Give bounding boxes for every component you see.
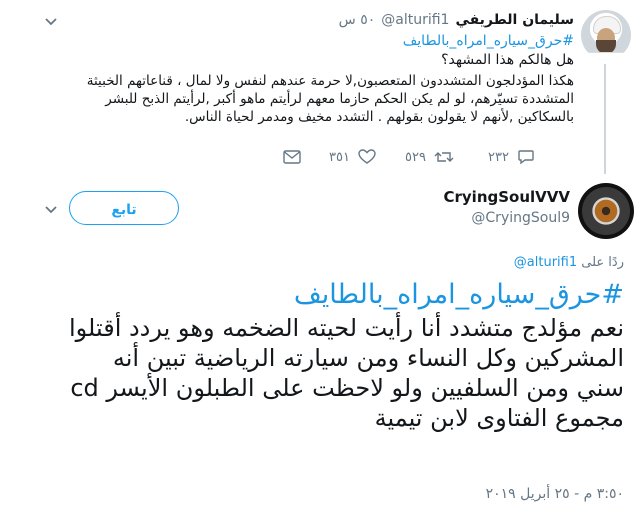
reply-tweet-text: نعم مؤلدج متشدد أنا رأيت لحيته الضخمه وه…	[68, 314, 624, 432]
reply-action[interactable]: ٢٣٢	[488, 148, 535, 166]
parent-header: سليمان الطريفي @alturifi1 ٥٠ س	[339, 12, 574, 28]
retweet-count: ٥٢٩	[405, 149, 426, 165]
like-action[interactable]: ٣٥١	[329, 148, 376, 166]
dm-action[interactable]	[283, 148, 301, 166]
reply-chevron-down-icon[interactable]	[44, 204, 58, 216]
replying-to-handle[interactable]: @alturifi1	[514, 255, 577, 270]
retweet-action[interactable]: ٥٢٩	[405, 148, 454, 166]
reply-count: ٢٣٢	[488, 149, 509, 165]
reply-timestamp[interactable]: ٣:٥٠ م - ٢٥ أبريل ٢٠١٩	[486, 486, 624, 502]
parent-author-name[interactable]: سليمان الطريفي	[455, 12, 574, 28]
replying-to: ردًا على @alturifi1	[514, 255, 624, 270]
reply-author-name[interactable]: CryingSoulVVV	[396, 188, 571, 206]
reply-author-handle[interactable]: @CryingSoul9	[396, 210, 570, 226]
thread-line	[604, 64, 606, 174]
retweet-icon	[434, 152, 454, 162]
envelope-icon	[283, 150, 301, 164]
parent-author-handle[interactable]: @alturifi1	[381, 12, 449, 28]
parent-question: هل هالكم هذا المشهد؟	[441, 52, 574, 68]
reply-hashtag[interactable]: #حرق_سياره_امراه_بالطايف	[294, 279, 624, 310]
replying-to-prefix: ردًا على	[581, 255, 624, 270]
like-count: ٣٥١	[329, 149, 350, 165]
parent-hashtag[interactable]: #حرق_سياره_امراه_بالطايف	[403, 33, 574, 49]
reply-avatar[interactable]	[578, 183, 634, 239]
parent-chevron-down-icon[interactable]	[44, 16, 58, 28]
parent-tweet-text: هكذا المؤدلجون المتشددون المتعصبون,لا حر…	[86, 73, 574, 125]
heart-icon	[358, 149, 376, 164]
parent-timestamp[interactable]: ٥٠ س	[339, 12, 376, 28]
parent-avatar[interactable]	[581, 10, 631, 60]
reply-icon	[518, 150, 534, 165]
follow-button[interactable]: تابع	[69, 191, 179, 225]
